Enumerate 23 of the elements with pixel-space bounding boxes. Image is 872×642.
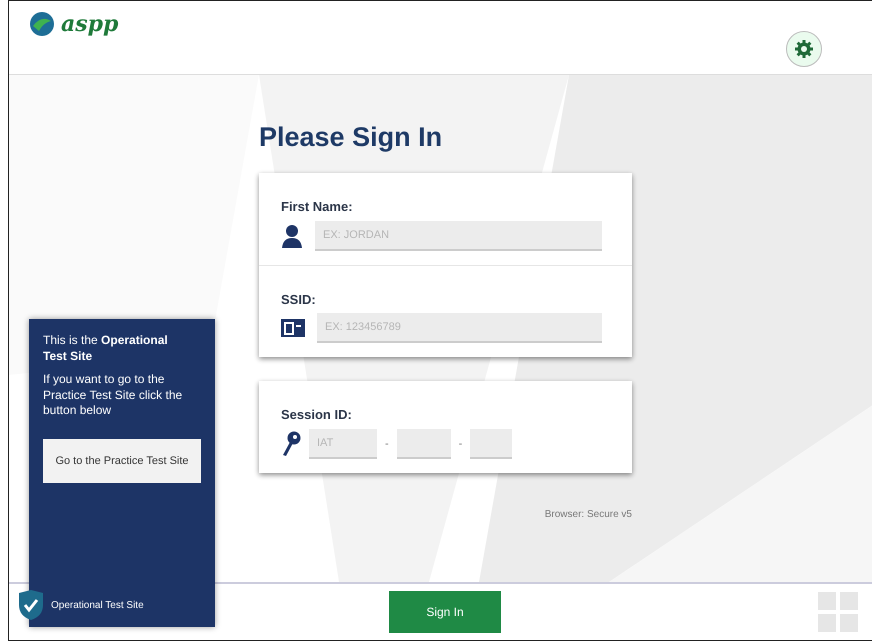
practice-site-button[interactable]: Go to the Practice Test Site [43,438,201,484]
key-icon [281,430,301,457]
session-segment-field[interactable] [396,428,451,459]
field-label: First Name: [281,198,354,216]
separator-text: - [385,436,389,452]
site-intro-text: This is the Operational Test Site [43,333,169,364]
logo-text: aspp [61,13,118,35]
sign-in-button[interactable]: Sign In [389,591,501,633]
session-segment-field[interactable] [470,428,512,459]
page-title: Please Sign In [259,121,444,154]
browser-version-text: Browser: Secure v5 [544,508,632,520]
logo-icon [27,11,57,37]
separator-text: - [458,436,462,452]
grid-icon[interactable] [818,592,858,632]
person-icon [281,224,303,248]
settings-button[interactable] [786,31,822,67]
site-badge-text: Operational Test Site [51,598,144,612]
field-label: Session ID: [281,406,353,424]
settings-icon [794,39,814,59]
field-label: SSID: [281,290,317,309]
site-message-text: If you want to go to the Practice Test Site click the button below [43,372,184,419]
shield-check-icon [17,589,45,621]
id-card-icon [281,319,305,338]
